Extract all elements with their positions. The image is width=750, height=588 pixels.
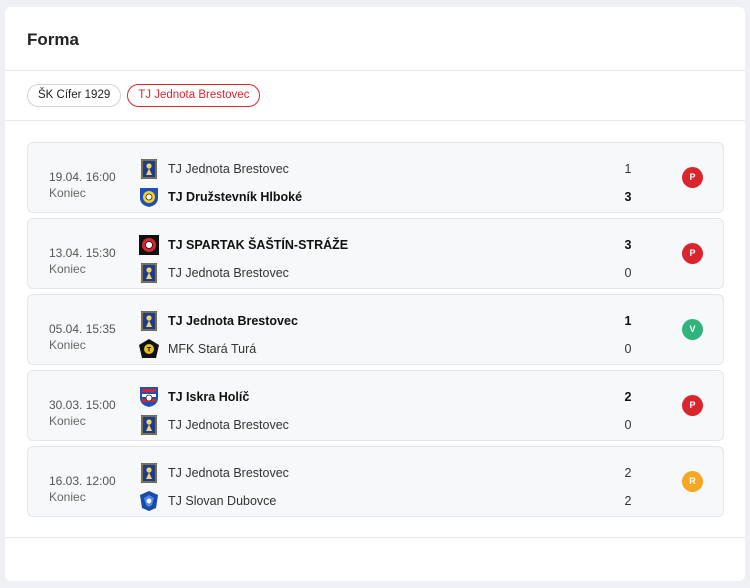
- home-team-name: TJ Jednota Brestovec: [168, 162, 289, 176]
- home-score: 1: [624, 314, 632, 328]
- match-date: 13.04. 15:30: [49, 246, 116, 260]
- away-score: 0: [624, 266, 632, 280]
- footer-divider: [5, 537, 745, 538]
- match-date: 30.03. 15:00: [49, 398, 116, 412]
- result-badge-loss: P: [682, 395, 703, 416]
- away-score: 0: [624, 418, 632, 432]
- match-row-1[interactable]: 19.04. 16:00 Koniec TJ Jednota Brestovec…: [27, 142, 724, 213]
- away-team-name: TJ Jednota Brestovec: [168, 266, 289, 280]
- match-date: 16.03. 12:00: [49, 474, 116, 488]
- home-team: TJ Jednota Brestovec: [138, 157, 289, 181]
- away-team: TJ Družstevník Hlboké: [138, 185, 302, 209]
- match-row-4[interactable]: 30.03. 15:00 Koniec TJ Iskra Holíč TJ Je…: [27, 370, 724, 441]
- away-team-name: TJ Družstevník Hlboké: [168, 190, 303, 204]
- home-team-name: TJ Iskra Holíč: [168, 390, 250, 404]
- match-status: Koniec: [49, 490, 86, 504]
- tab-team-cifer[interactable]: ŠK Cífer 1929: [27, 84, 122, 107]
- away-team-name: TJ Slovan Dubovce: [168, 494, 277, 508]
- match-list: 19.04. 16:00 Koniec TJ Jednota Brestovec…: [27, 142, 724, 522]
- home-score: 2: [624, 390, 632, 404]
- brestovec-crest-icon: [138, 462, 160, 484]
- brestovec-crest-icon: [138, 310, 160, 332]
- home-score: 1: [624, 162, 632, 176]
- tab-team-brestovec[interactable]: TJ Jednota Brestovec: [127, 84, 261, 107]
- match-status: Koniec: [49, 186, 86, 200]
- home-score: 2: [624, 466, 632, 480]
- away-score: 2: [624, 494, 632, 508]
- holic-crest-icon: [138, 386, 160, 408]
- team-tabs: ŠK Cífer 1929 TJ Jednota Brestovec: [27, 84, 261, 107]
- brestovec-crest-icon: [138, 262, 160, 284]
- away-score: 3: [624, 190, 632, 204]
- header-divider: [5, 70, 745, 71]
- away-score: 0: [624, 342, 632, 356]
- away-team-name: MFK Stará Turá: [168, 342, 257, 356]
- home-team: TJ SPARTAK ŠAŠTÍN-STRÁŽE: [138, 233, 348, 257]
- dubovce-crest-icon: [138, 490, 160, 512]
- away-team: TJ Slovan Dubovce: [138, 489, 276, 513]
- result-badge-win: V: [682, 319, 703, 340]
- match-date: 05.04. 15:35: [49, 322, 116, 336]
- home-team: TJ Jednota Brestovec: [138, 309, 298, 333]
- away-team: T MFK Stará Turá: [138, 337, 256, 361]
- away-team: TJ Jednota Brestovec: [138, 413, 289, 437]
- away-team-name: TJ Jednota Brestovec: [168, 418, 289, 432]
- match-row-5[interactable]: 16.03. 12:00 Koniec TJ Jednota Brestovec…: [27, 446, 724, 517]
- section-title: Forma: [27, 30, 79, 49]
- match-status: Koniec: [49, 262, 86, 276]
- brestovec-crest-icon: [138, 414, 160, 436]
- match-status: Koniec: [49, 414, 86, 428]
- stara-tura-crest-icon: T: [138, 338, 160, 360]
- home-score: 3: [624, 238, 632, 252]
- home-team: TJ Iskra Holíč: [138, 385, 249, 409]
- form-card: Forma ŠK Cífer 1929 TJ Jednota Brestovec…: [5, 7, 745, 581]
- match-status: Koniec: [49, 338, 86, 352]
- result-badge-loss: P: [682, 243, 703, 264]
- home-team-name: TJ Jednota Brestovec: [168, 314, 298, 328]
- tabs-divider: [5, 120, 745, 121]
- result-badge-draw: R: [682, 471, 703, 492]
- match-row-2[interactable]: 13.04. 15:30 Koniec TJ SPARTAK ŠAŠTÍN-ST…: [27, 218, 724, 289]
- match-row-3[interactable]: 05.04. 15:35 Koniec TJ Jednota Brestovec…: [27, 294, 724, 365]
- away-team: TJ Jednota Brestovec: [138, 261, 289, 285]
- brestovec-crest-icon: [138, 158, 160, 180]
- home-team-name: TJ Jednota Brestovec: [168, 466, 289, 480]
- home-team: TJ Jednota Brestovec: [138, 461, 289, 485]
- hlboke-crest-icon: [138, 186, 160, 208]
- home-team-name: TJ SPARTAK ŠAŠTÍN-STRÁŽE: [168, 238, 349, 252]
- result-badge-loss: P: [682, 167, 703, 188]
- sastin-crest-icon: [138, 234, 160, 256]
- match-date: 19.04. 16:00: [49, 170, 116, 184]
